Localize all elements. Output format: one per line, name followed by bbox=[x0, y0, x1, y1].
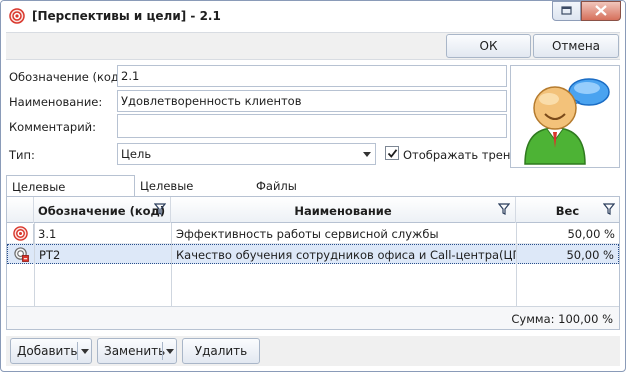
table-row[interactable]: 3.1 Эффективность работы сервисной служб… bbox=[7, 224, 619, 244]
filter-icon[interactable] bbox=[603, 203, 615, 215]
filter-icon[interactable] bbox=[498, 203, 510, 215]
avatar-image-box[interactable] bbox=[510, 65, 620, 168]
delete-button-label: Удалить bbox=[194, 344, 248, 358]
grid-header-indicator bbox=[7, 197, 34, 223]
add-button-label: Добавить bbox=[17, 344, 78, 358]
target-link-icon bbox=[14, 247, 29, 262]
avatar bbox=[524, 78, 610, 165]
column-header-code[interactable]: Обозначение (код) bbox=[34, 197, 171, 223]
cell-name: Эффективность работы сервисной службы bbox=[171, 224, 516, 244]
indicators-grid: Обозначение (код) Наименование Вес 3.1 Э… bbox=[7, 197, 619, 329]
cell-weight: 50,00 % bbox=[566, 248, 614, 262]
grid-header: Обозначение (код) Наименование Вес bbox=[7, 197, 619, 223]
grid-divider bbox=[171, 223, 172, 306]
add-button[interactable]: Добавить bbox=[10, 338, 92, 364]
column-header-name-label: Наименование bbox=[294, 204, 392, 218]
type-label: Тип: bbox=[9, 148, 35, 162]
dialog-window: [Перспективы и цели] - 2.1 ОК Отмена Обо… bbox=[0, 0, 626, 372]
tab-target-values[interactable]: Целевые значения bbox=[135, 175, 251, 207]
column-header-code-label: Обозначение (код) bbox=[38, 204, 166, 218]
close-icon bbox=[595, 5, 607, 16]
table-row-selected[interactable]: РТ2 Качество обучения сотрудников офиса … bbox=[7, 244, 619, 265]
grid-divider bbox=[34, 223, 35, 306]
row-indicator bbox=[8, 245, 35, 265]
replace-button-label: Заменить bbox=[104, 344, 166, 358]
filter-icon[interactable] bbox=[154, 203, 166, 215]
tab-panel: Обозначение (код) Наименование Вес 3.1 Э… bbox=[6, 196, 620, 330]
split-divider bbox=[162, 342, 163, 360]
cancel-button[interactable]: Отмена bbox=[533, 34, 619, 58]
restore-button[interactable] bbox=[552, 1, 581, 21]
code-label: Обозначение (код): bbox=[9, 70, 128, 84]
chevron-down-icon[interactable] bbox=[363, 152, 371, 157]
tab-target-indicators[interactable]: Целевые показатели bbox=[6, 175, 135, 208]
column-header-weight-label: Вес bbox=[555, 204, 580, 218]
grid-divider bbox=[516, 223, 517, 306]
replace-button[interactable]: Заменить bbox=[97, 338, 177, 364]
name-label: Наименование: bbox=[9, 95, 103, 109]
close-button[interactable] bbox=[581, 1, 621, 21]
bottom-toolbar: Добавить Заменить Удалить bbox=[6, 336, 620, 366]
restore-icon bbox=[561, 6, 572, 15]
ok-button[interactable]: ОК bbox=[446, 34, 531, 58]
code-field[interactable]: 2.1 bbox=[117, 65, 507, 87]
delete-button[interactable]: Удалить bbox=[182, 338, 260, 364]
comment-field[interactable] bbox=[117, 114, 507, 138]
title-bar: [Перспективы и цели] - 2.1 bbox=[1, 1, 625, 31]
show-trend-label: Отображать тренд: bbox=[403, 148, 523, 162]
name-field[interactable]: Удовлетворенность клиентов bbox=[117, 90, 507, 112]
type-select-value: Цель bbox=[121, 147, 152, 161]
column-header-name[interactable]: Наименование bbox=[171, 197, 516, 223]
chevron-down-icon[interactable] bbox=[81, 349, 89, 354]
checkmark-icon bbox=[387, 149, 398, 158]
cell-code: 3.1 bbox=[38, 227, 57, 241]
row-indicator bbox=[7, 224, 34, 244]
sum-total: Сумма: 100,00 % bbox=[511, 312, 613, 326]
window-title: [Перспективы и цели] - 2.1 bbox=[32, 9, 221, 23]
split-divider bbox=[77, 342, 78, 360]
show-trend-checkbox[interactable] bbox=[385, 146, 399, 160]
comment-label: Комментарий: bbox=[9, 120, 97, 134]
type-select[interactable]: Цель bbox=[117, 143, 376, 165]
cell-name: Качество обучения сотрудников офиса и Ca… bbox=[176, 248, 517, 262]
target-icon bbox=[13, 226, 28, 241]
grid-summary-row: Сумма: 100,00 % bbox=[7, 306, 619, 329]
cell-weight: 50,00 % bbox=[516, 224, 619, 244]
chevron-down-icon[interactable] bbox=[166, 349, 174, 354]
tab-files[interactable]: Файлы bbox=[251, 175, 301, 197]
column-header-weight[interactable]: Вес bbox=[516, 197, 619, 223]
target-icon bbox=[9, 8, 25, 24]
cell-code: РТ2 bbox=[39, 248, 61, 262]
